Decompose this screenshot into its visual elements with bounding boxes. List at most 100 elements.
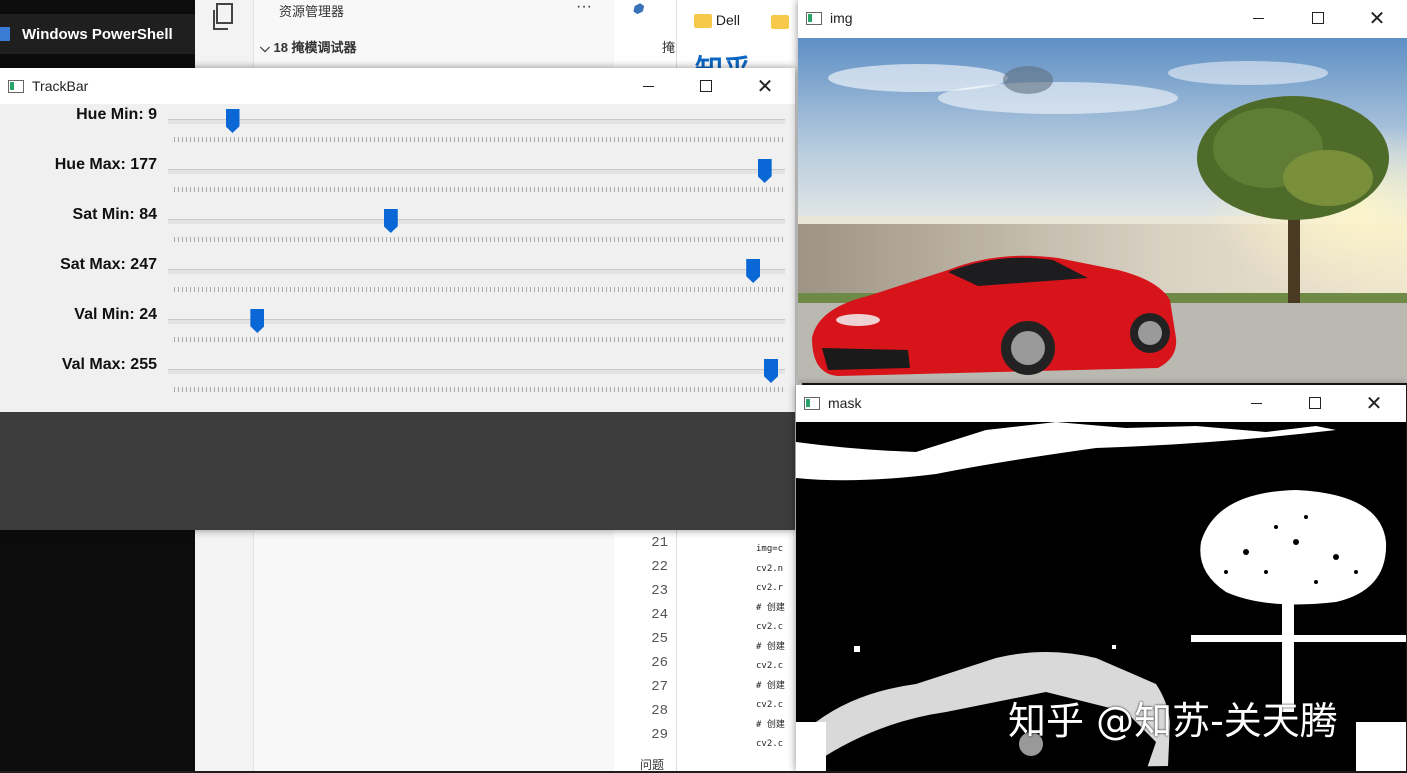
article-code-block: img=c cv2.n cv2.r # 创建 cv2.c # 创建 cv2.c # 创建 cv2…	[756, 540, 798, 771]
code-line: # 创建	[756, 641, 785, 652]
trackbar-ticks	[174, 137, 784, 142]
line-number: 29	[651, 727, 668, 743]
trackbar-label: Val Max: 255	[61, 356, 157, 373]
close-button[interactable]: ✕	[1351, 385, 1397, 421]
trackbar-ticks	[174, 237, 784, 242]
trackbar-thumb[interactable]	[757, 159, 772, 183]
trackbar-track[interactable]	[168, 169, 785, 174]
minimize-button[interactable]	[625, 68, 671, 104]
code-line: # 创建	[756, 719, 785, 730]
explorer-folder[interactable]: ⌵ 18 掩模调试器	[260, 37, 357, 56]
minimize-button[interactable]	[1233, 385, 1279, 421]
window-title: TrackBar	[32, 78, 89, 94]
bookmark-dell[interactable]: Dell	[694, 12, 741, 29]
trackbar-empty-area	[0, 412, 795, 530]
maximize-button[interactable]	[1295, 0, 1341, 36]
maximize-icon	[1312, 12, 1324, 24]
minimize-icon	[642, 85, 654, 87]
minimize-icon	[1250, 402, 1262, 404]
trackbar-label: Sat Max: 247	[60, 256, 157, 273]
code-line: cv2.c	[756, 739, 784, 749]
trackbar-row: Sat Min: 84	[0, 206, 795, 256]
window-title: img	[830, 10, 853, 26]
trackbar-titlebar[interactable]: TrackBar ✕	[0, 68, 795, 104]
close-icon: ✕	[1365, 391, 1383, 415]
maximize-icon	[1309, 397, 1321, 409]
trackbar-row: Val Min: 24	[0, 306, 795, 356]
trackbar-track[interactable]	[168, 269, 785, 274]
explorer-more-button[interactable]: ···	[576, 0, 592, 16]
trackbar-row: Hue Min: 9	[0, 106, 795, 156]
editor-tab[interactable]: ⬢	[632, 1, 643, 17]
trackbar-thumb[interactable]	[764, 359, 778, 383]
folder-icon[interactable]	[771, 15, 789, 29]
zhihu-watermark: 知乎 @知苏-关天腾	[1008, 699, 1338, 743]
trackbar-label: Hue Max: 177	[54, 156, 157, 173]
code-line: cv2.c	[756, 700, 784, 710]
trackbar-thumb[interactable]	[383, 209, 398, 233]
trackbar-ticks	[174, 387, 784, 392]
window-app-icon	[806, 11, 822, 25]
trackbar-thumb[interactable]	[250, 309, 265, 333]
line-number: 23	[651, 583, 668, 599]
line-number: 27	[651, 679, 668, 695]
img-titlebar[interactable]: img ✕	[798, 0, 1407, 36]
trackbar-track[interactable]	[168, 369, 785, 374]
close-icon: ✕	[1368, 6, 1386, 30]
trackbar-track[interactable]	[168, 219, 785, 224]
line-number: 21	[651, 535, 668, 551]
mask-window: mask ✕ 知乎 @知苏-关天腾	[796, 385, 1406, 771]
explorer-files-icon[interactable]	[210, 2, 238, 32]
code-line: # 创建	[756, 602, 785, 613]
chevron-down-icon: ⌵	[260, 40, 274, 55]
mask-tree-region	[1200, 490, 1387, 605]
close-icon: ✕	[756, 74, 774, 98]
code-line: # 创建	[756, 680, 785, 691]
code-line: cv2.r	[756, 583, 784, 593]
powershell-tab[interactable]: Windows PowerShell	[0, 14, 195, 54]
maximize-icon	[700, 80, 712, 92]
window-title: mask	[828, 395, 862, 411]
mask-image: 知乎 @知苏-关天腾	[796, 422, 1406, 771]
window-app-icon	[8, 79, 24, 93]
python-file-icon: ⬢	[632, 1, 644, 16]
trackbar-thumb[interactable]	[225, 109, 240, 133]
folder-name: 18 掩模调试器	[273, 40, 357, 55]
powershell-title: Windows PowerShell	[22, 25, 173, 43]
close-button[interactable]: ✕	[742, 68, 788, 104]
trackbar-row: Hue Max: 177	[0, 156, 795, 206]
trackbar-label: Val Min: 24	[74, 306, 157, 323]
trackbar-window: TrackBar ✕ Hue Min: 9 Hue Max: 177 Sat Min…	[0, 68, 795, 530]
bookmark-dell-label: Dell	[715, 12, 741, 28]
code-line: cv2.c	[756, 622, 784, 632]
window-app-icon	[804, 396, 820, 410]
trackbar-thumb[interactable]	[746, 259, 761, 283]
minimize-icon	[1252, 17, 1264, 19]
trackbar-label: Hue Min: 9	[76, 106, 157, 123]
trackbar-ticks	[174, 287, 784, 292]
powershell-icon	[0, 27, 10, 41]
img-window: img ✕	[798, 0, 1407, 383]
trackbar-row: Sat Max: 247	[0, 256, 795, 306]
trackbar-ticks	[174, 187, 784, 192]
trackbar-track[interactable]	[168, 119, 785, 124]
maximize-button[interactable]	[1292, 385, 1338, 421]
car-photo	[798, 38, 1407, 383]
maximize-button[interactable]	[683, 68, 729, 104]
mask-titlebar[interactable]: mask ✕	[796, 385, 1406, 421]
folder-icon	[694, 14, 712, 29]
code-line: cv2.c	[756, 661, 784, 671]
close-button[interactable]: ✕	[1354, 0, 1400, 36]
trackbar-row: Val Max: 255	[0, 356, 795, 406]
minimize-button[interactable]	[1235, 0, 1281, 36]
trackbar-label: Sat Min: 84	[72, 206, 157, 223]
line-number: 24	[651, 607, 668, 623]
editor-tab-fragment: 掩	[662, 40, 676, 55]
code-line: img=c	[756, 544, 784, 554]
line-number: 28	[651, 703, 668, 719]
line-number: 26	[651, 655, 668, 671]
code-line: cv2.n	[756, 563, 784, 574]
status-problems[interactable]: 问题	[640, 756, 664, 773]
explorer-title: 资源管理器	[279, 4, 345, 19]
line-number: 25	[651, 631, 668, 647]
